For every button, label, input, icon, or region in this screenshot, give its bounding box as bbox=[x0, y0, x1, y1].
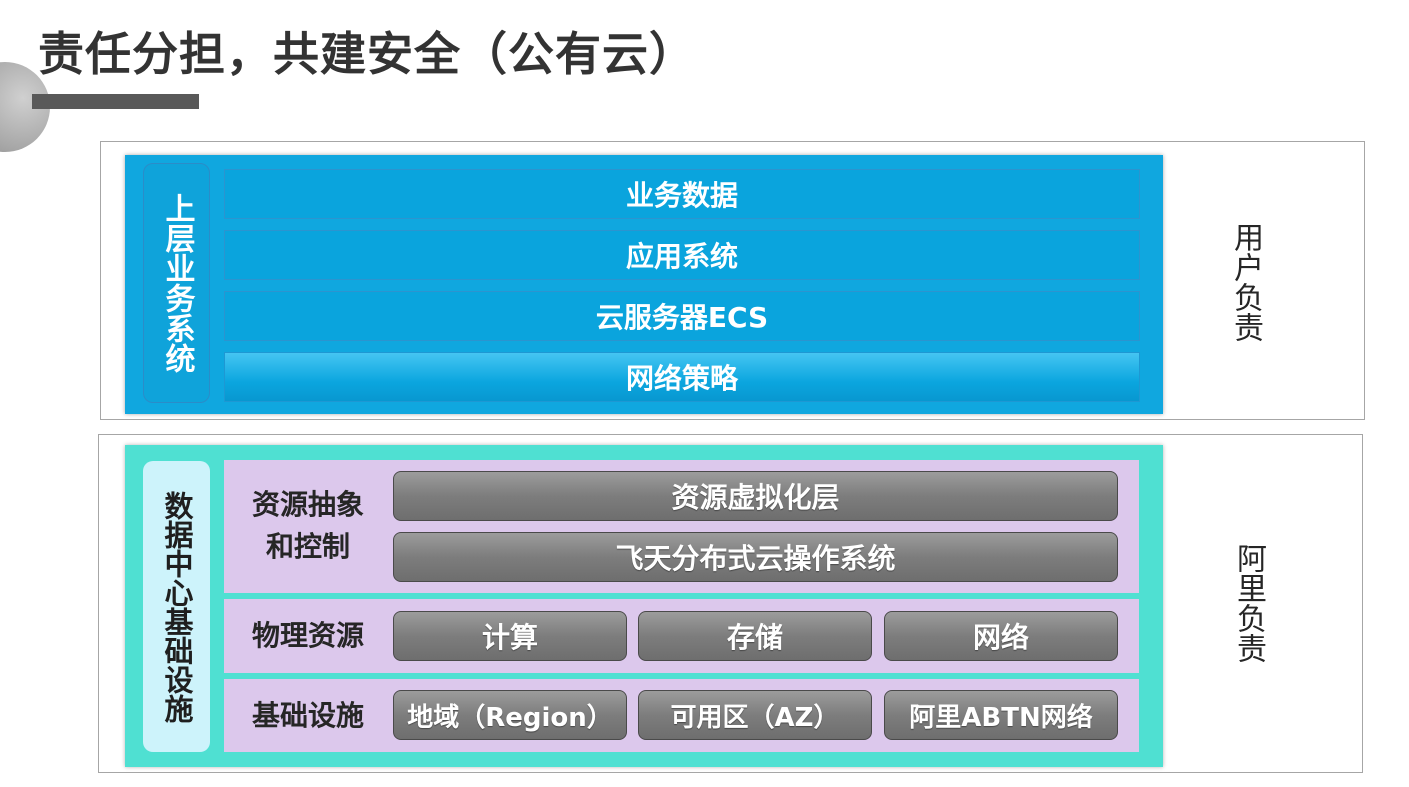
physical-resources-label: 物理资源 bbox=[251, 619, 364, 652]
abstraction-control-label: 资源抽象 和控制 bbox=[224, 484, 392, 568]
row-application-system: 应用系统 bbox=[224, 230, 1140, 280]
abtn-network-box: 阿里ABTN网络 bbox=[884, 690, 1118, 740]
abstraction-label-line1: 资源抽象 bbox=[251, 488, 364, 521]
apsara-cloud-os: 飞天分布式云操作系统 bbox=[393, 532, 1118, 582]
abstraction-label-line2: 和控制 bbox=[265, 530, 350, 563]
row-network-policy: 网络策略 bbox=[224, 352, 1140, 402]
title-underline-bar bbox=[32, 94, 199, 109]
upper-sidebar: 上层业务系统 bbox=[143, 163, 210, 403]
network-box: 网络 bbox=[884, 611, 1118, 661]
availability-zone-box: 可用区（AZ） bbox=[638, 690, 872, 740]
lower-sidebar: 数据中心基础设施 bbox=[143, 461, 210, 752]
row-cloud-server-ecs: 云服务器ECS bbox=[224, 291, 1140, 341]
user-responsibility-label: 用户负责 bbox=[1228, 222, 1263, 342]
row-business-data: 业务数据 bbox=[224, 169, 1140, 219]
compute-box: 计算 bbox=[393, 611, 627, 661]
page-title: 责任分担，共建安全（公有云） bbox=[38, 27, 696, 81]
alibaba-responsibility-label: 阿里负责 bbox=[1231, 543, 1266, 663]
storage-box: 存储 bbox=[638, 611, 872, 661]
resource-virtualization-layer: 资源虚拟化层 bbox=[393, 471, 1118, 521]
region-box: 地域（Region） bbox=[393, 690, 627, 740]
lower-sidebar-label: 数据中心基础设施 bbox=[160, 490, 194, 723]
infrastructure-label: 基础设施 bbox=[251, 699, 364, 732]
upper-sidebar-label: 上层业务系统 bbox=[159, 193, 195, 373]
